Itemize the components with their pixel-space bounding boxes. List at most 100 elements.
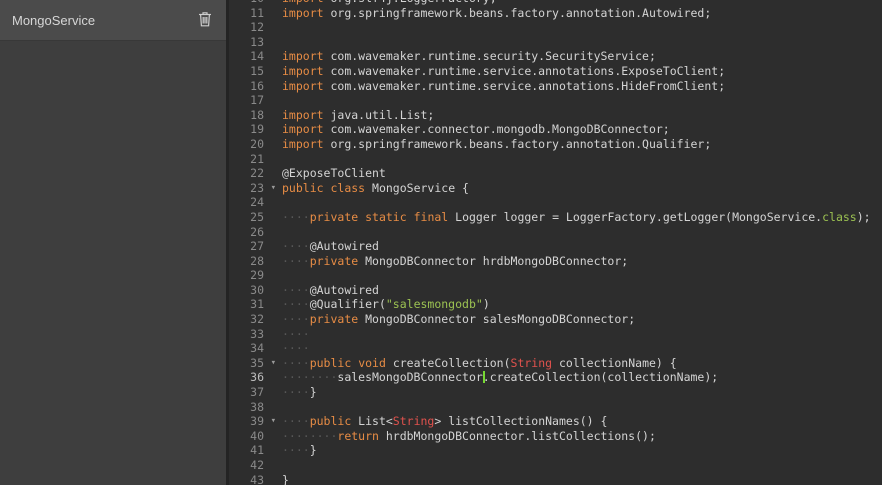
- code-line-text: ········return hrdbMongoDBConnector.list…: [277, 429, 656, 444]
- gutter-line-number: 23▾: [229, 181, 277, 196]
- code-line-text: [277, 458, 282, 473]
- code-line[interactable]: 31····@Qualifier("salesmongodb"): [229, 297, 882, 312]
- gutter-line-number: 36: [229, 370, 277, 385]
- gutter-line-number: 17: [229, 93, 277, 108]
- code-line[interactable]: 12: [229, 20, 882, 35]
- gutter-line-number: 26: [229, 225, 277, 240]
- code-line[interactable]: 23▾public class MongoService {: [229, 181, 882, 196]
- code-line[interactable]: 16import com.wavemaker.runtime.service.a…: [229, 79, 882, 94]
- code-line[interactable]: 28····private MongoDBConnector hrdbMongo…: [229, 254, 882, 269]
- code-line[interactable]: 42: [229, 458, 882, 473]
- code-line[interactable]: 32····private MongoDBConnector salesMong…: [229, 312, 882, 327]
- gutter-line-number: 37: [229, 385, 277, 400]
- gutter-line-number: 21: [229, 152, 277, 167]
- gutter-line-number: 25: [229, 210, 277, 225]
- code-line-text: [277, 20, 282, 35]
- gutter-line-number: 11: [229, 6, 277, 21]
- code-line[interactable]: 17: [229, 93, 882, 108]
- gutter-line-number: 22: [229, 166, 277, 181]
- code-line-text: ····: [277, 327, 310, 342]
- code-line[interactable]: 34····: [229, 341, 882, 356]
- code-line-text: ····: [277, 341, 310, 356]
- gutter-line-number: 27: [229, 239, 277, 254]
- gutter-line-number: 24: [229, 195, 277, 210]
- gutter-line-number: 20: [229, 137, 277, 152]
- code-line[interactable]: 26: [229, 225, 882, 240]
- code-line-text: [277, 268, 282, 283]
- gutter-line-number: 35▾: [229, 356, 277, 371]
- delete-service-button[interactable]: [196, 9, 214, 32]
- code-line[interactable]: 11import org.springframework.beans.facto…: [229, 6, 882, 21]
- service-list-item-mongoservice[interactable]: MongoService: [0, 0, 226, 41]
- code-line-text: ····}: [277, 443, 317, 458]
- code-line[interactable]: 41····}: [229, 443, 882, 458]
- code-line-text: ····private MongoDBConnector hrdbMongoDB…: [277, 254, 628, 269]
- code-line-text: import com.wavemaker.runtime.service.ann…: [277, 79, 725, 94]
- gutter-line-number: 12: [229, 20, 277, 35]
- fold-arrow-icon[interactable]: ▾: [271, 415, 276, 428]
- code-line-text: [277, 400, 282, 415]
- code-line[interactable]: 33····: [229, 327, 882, 342]
- code-line[interactable]: 35▾····public void createCollection(Stri…: [229, 356, 882, 371]
- code-line[interactable]: 36········salesMongoDBConnector.createCo…: [229, 370, 882, 385]
- code-line[interactable]: 38: [229, 400, 882, 415]
- code-line[interactable]: 40········return hrdbMongoDBConnector.li…: [229, 429, 882, 444]
- code-line[interactable]: 39▾····public List<String> listCollectio…: [229, 414, 882, 429]
- gutter-line-number: 28: [229, 254, 277, 269]
- app-window: MongoService 10import org.slf4j.LoggerFa…: [0, 0, 882, 485]
- code-line-text: import java.util.List;: [277, 108, 434, 123]
- code-editor[interactable]: 10import org.slf4j.LoggerFactory;11impor…: [229, 0, 882, 485]
- code-line-text: ····private static final Logger logger =…: [277, 210, 871, 225]
- code-line[interactable]: 22@ExposeToClient: [229, 166, 882, 181]
- gutter-line-number: 32: [229, 312, 277, 327]
- gutter-line-number: 41: [229, 443, 277, 458]
- code-line[interactable]: 27····@Autowired: [229, 239, 882, 254]
- code-line-text: ····private MongoDBConnector salesMongoD…: [277, 312, 635, 327]
- trash-icon: [198, 11, 212, 30]
- gutter-line-number: 18: [229, 108, 277, 123]
- code-line[interactable]: 25····private static final Logger logger…: [229, 210, 882, 225]
- code-line-text: public class MongoService {: [277, 181, 469, 196]
- gutter-line-number: 40: [229, 429, 277, 444]
- code-line[interactable]: 37····}: [229, 385, 882, 400]
- code-line-text: ····}: [277, 385, 317, 400]
- code-line-text: @ExposeToClient: [277, 166, 386, 181]
- code-line[interactable]: 24: [229, 195, 882, 210]
- gutter-line-number: 13: [229, 35, 277, 50]
- fold-arrow-icon[interactable]: ▾: [271, 357, 276, 370]
- code-lines: 10import org.slf4j.LoggerFactory;11impor…: [229, 0, 882, 485]
- gutter-line-number: 42: [229, 458, 277, 473]
- code-line[interactable]: 20import org.springframework.beans.facto…: [229, 137, 882, 152]
- code-line-text: }: [277, 473, 289, 485]
- gutter-line-number: 19: [229, 122, 277, 137]
- gutter-line-number: 16: [229, 79, 277, 94]
- code-line-text: [277, 93, 282, 108]
- code-line-text: [277, 35, 282, 50]
- code-line[interactable]: 43}: [229, 473, 882, 485]
- fold-arrow-icon[interactable]: ▾: [271, 182, 276, 195]
- gutter-line-number: 15: [229, 64, 277, 79]
- code-line-text: ····@Autowired: [277, 283, 379, 298]
- code-line-text: import org.springframework.beans.factory…: [277, 6, 711, 21]
- gutter-line-number: 31: [229, 297, 277, 312]
- code-line[interactable]: 14import com.wavemaker.runtime.security.…: [229, 49, 882, 64]
- code-line[interactable]: 30····@Autowired: [229, 283, 882, 298]
- gutter-line-number: 34: [229, 341, 277, 356]
- code-line[interactable]: 29: [229, 268, 882, 283]
- code-line[interactable]: 13: [229, 35, 882, 50]
- gutter-line-number: 43: [229, 473, 277, 485]
- code-line-text: ····@Qualifier("salesmongodb"): [277, 297, 490, 312]
- code-line[interactable]: 18import java.util.List;: [229, 108, 882, 123]
- code-line[interactable]: 21: [229, 152, 882, 167]
- code-line[interactable]: 19import com.wavemaker.connector.mongodb…: [229, 122, 882, 137]
- code-line-text: import com.wavemaker.runtime.security.Se…: [277, 49, 656, 64]
- code-line-text: ····public List<String> listCollectionNa…: [277, 414, 607, 429]
- gutter-line-number: 38: [229, 400, 277, 415]
- code-line-text: import com.wavemaker.connector.mongodb.M…: [277, 122, 670, 137]
- gutter-line-number: 33: [229, 327, 277, 342]
- code-line-text: ········salesMongoDBConnector.createColl…: [277, 370, 718, 385]
- code-line-text: [277, 152, 282, 167]
- code-line[interactable]: 15import com.wavemaker.runtime.service.a…: [229, 64, 882, 79]
- code-line-text: ····@Autowired: [277, 239, 379, 254]
- gutter-line-number: 39▾: [229, 414, 277, 429]
